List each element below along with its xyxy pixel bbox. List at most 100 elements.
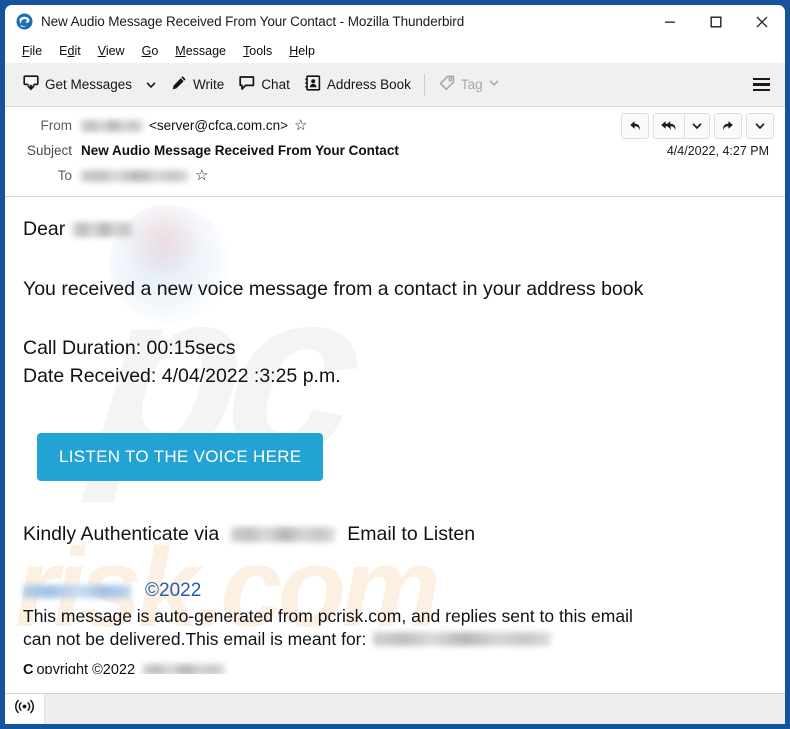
to-address-redacted: [81, 169, 189, 182]
menu-view[interactable]: View: [90, 42, 134, 60]
menu-go[interactable]: Go: [134, 42, 168, 60]
get-messages-label: Get Messages: [45, 77, 133, 92]
get-messages-button[interactable]: Get Messages: [15, 69, 139, 100]
message-actions: [621, 113, 774, 139]
status-bar: [5, 693, 785, 724]
hamburger-bar-1: [753, 77, 770, 81]
write-button[interactable]: Write: [163, 69, 231, 100]
tag-icon: [438, 74, 456, 95]
from-address: <server@cfca.com.cn>: [149, 118, 289, 133]
window-title: New Audio Message Received From Your Con…: [41, 14, 465, 29]
menu-view-rest: iew: [105, 43, 125, 58]
footer-block: ©2022 This message is auto-generated fro…: [23, 580, 785, 674]
greeting-line: Dear: [23, 218, 785, 240]
menu-view-accesskey: V: [97, 43, 106, 58]
auth-prefix: Kindly Authenticate via: [23, 523, 220, 546]
get-messages-icon: [22, 74, 40, 95]
menu-file[interactable]: File: [14, 42, 51, 60]
footer-meant-prefix: can not be delivered.This email is meant…: [23, 628, 367, 649]
menu-message-rest: essage: [185, 43, 227, 58]
subject-label: Subject: [26, 143, 72, 158]
address-book-icon: [304, 74, 322, 95]
menu-message[interactable]: Message: [167, 42, 235, 60]
forward-button[interactable]: [714, 113, 742, 139]
body-content: Dear You received a new voice message fr…: [23, 218, 785, 674]
to-value[interactable]: ☆: [81, 168, 773, 183]
menu-help-accesskey: H: [289, 43, 299, 58]
reply-all-group: [653, 113, 710, 139]
menu-go-rest: o: [151, 43, 159, 58]
menu-edit-rest: it: [74, 43, 81, 58]
menu-file-rest: ile: [29, 43, 43, 58]
from-star-icon[interactable]: ☆: [294, 118, 307, 133]
date-received-line: Date Received: 4/04/2022 :3:25 p.m.: [23, 365, 341, 388]
footer-copyright-year: ©2022: [145, 580, 202, 602]
menu-help-rest: elp: [298, 43, 315, 58]
chat-label: Chat: [261, 77, 290, 92]
forward-dropdown-button[interactable]: [746, 113, 774, 139]
tag-dropdown-icon[interactable]: [488, 77, 500, 92]
footer-recipient-redacted: [373, 632, 552, 647]
message-body: pc risk.com Dear You received a new voic…: [5, 197, 785, 674]
reply-button[interactable]: [621, 113, 649, 139]
to-star-icon[interactable]: ☆: [195, 168, 208, 183]
reply-all-button[interactable]: [654, 114, 684, 138]
menu-message-accesskey: M: [175, 43, 186, 58]
copyright-line: C opyright ©2022: [23, 662, 785, 674]
menu-bar: File Edit View Go Message Tools Help: [5, 38, 785, 63]
main-toolbar: Get Messages Write Chat Address Book Tag: [5, 63, 785, 107]
address-book-label: Address Book: [326, 77, 411, 92]
greeting-name-redacted: [73, 222, 134, 238]
hamburger-bar-2: [753, 83, 770, 86]
chat-button[interactable]: Chat: [231, 69, 297, 100]
status-icon-cell[interactable]: [5, 693, 45, 724]
to-label: To: [57, 168, 72, 183]
message-date: 4/4/2022, 4:27 PM: [666, 143, 769, 158]
footer-autogen-line: This message is auto-generated from pcri…: [23, 606, 633, 627]
footer-meant-for-line: can not be delivered.This email is meant…: [23, 629, 785, 650]
authenticate-line: Kindly Authenticate via Email to Listen: [23, 524, 785, 545]
hamburger-bar-3: [753, 88, 770, 92]
thunderbird-icon: [16, 13, 33, 30]
close-button[interactable]: [739, 5, 785, 38]
copyright-domain-redacted: [143, 663, 226, 674]
write-label: Write: [193, 77, 225, 92]
footer-domain-redacted: [23, 584, 131, 598]
to-row: To ☆: [5, 163, 785, 188]
menu-go-accesskey: G: [141, 43, 152, 58]
auth-domain-redacted: [231, 527, 336, 543]
menu-edit[interactable]: Edit: [51, 42, 90, 60]
menu-tools[interactable]: Tools: [235, 42, 281, 60]
chat-bubble-icon: [238, 74, 256, 95]
listen-to-voice-button[interactable]: LISTEN TO THE VOICE HERE: [37, 433, 324, 482]
pencil-icon: [170, 74, 188, 95]
intro-line: You received a new voice message from a …: [23, 278, 644, 301]
copyright-text: opyright ©2022: [36, 661, 136, 674]
menu-help[interactable]: Help: [281, 42, 324, 60]
from-name-redacted: [81, 119, 143, 132]
reply-dropdown-button[interactable]: [685, 114, 709, 138]
tag-label: Tag: [460, 77, 483, 92]
footer-copyright-line: ©2022: [23, 580, 785, 602]
window-inner: New Audio Message Received From Your Con…: [5, 5, 785, 724]
toolbar-separator: [423, 73, 425, 96]
from-label: From: [40, 118, 73, 133]
message-header: From <server@cfca.com.cn> ☆ Subject New …: [5, 107, 785, 197]
subject-row: Subject New Audio Message Received From …: [5, 138, 785, 163]
auth-suffix: Email to Listen: [347, 523, 476, 546]
tag-button[interactable]: Tag: [431, 69, 507, 100]
app-menu-button[interactable]: [744, 70, 779, 100]
menu-file-accesskey: F: [22, 43, 30, 58]
broadcast-icon: [15, 699, 34, 719]
copyright-c: C: [23, 661, 34, 674]
minimize-button[interactable]: [647, 5, 693, 38]
subject-value: New Audio Message Received From Your Con…: [81, 143, 399, 158]
get-messages-dropdown[interactable]: [139, 73, 163, 97]
menu-tools-rest: ools: [249, 43, 273, 58]
call-duration-line: Call Duration: 00:15secs: [23, 337, 236, 360]
thunderbird-window: New Audio Message Received From Your Con…: [0, 0, 790, 729]
address-book-button[interactable]: Address Book: [297, 69, 418, 100]
maximize-button[interactable]: [693, 5, 739, 38]
greeting-text: Dear: [23, 218, 66, 240]
menu-edit-pre: E: [59, 43, 68, 58]
